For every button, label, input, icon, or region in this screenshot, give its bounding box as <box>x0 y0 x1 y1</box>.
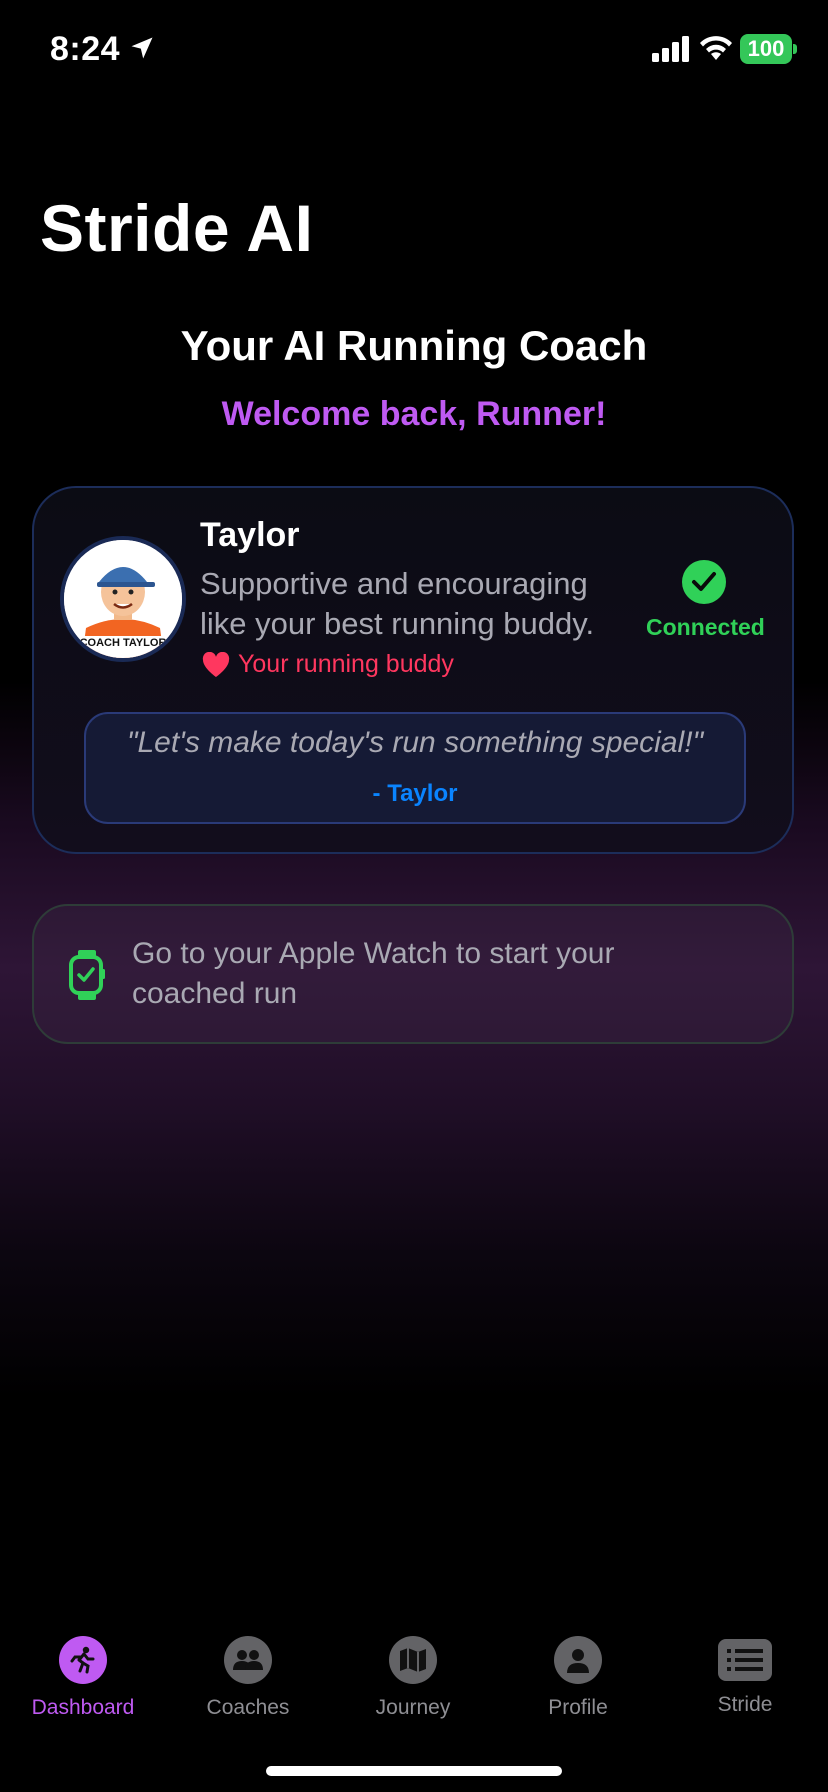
list-icon <box>718 1639 772 1681</box>
status-time: 8:24 <box>50 30 121 68</box>
tab-label: Coaches <box>206 1696 290 1719</box>
location-arrow-icon <box>131 37 153 59</box>
battery-nub <box>793 44 797 54</box>
tab-coaches[interactable]: Coaches <box>165 1636 331 1720</box>
coach-quote: "Let's make today's run something specia… <box>126 726 704 759</box>
coach-description: Supportive and encouraging like your bes… <box>200 566 595 641</box>
apple-watch-icon <box>69 950 105 1000</box>
checkmark-icon <box>682 560 726 604</box>
tab-label: Profile <box>548 1696 608 1719</box>
people-icon <box>224 1636 272 1684</box>
tab-dashboard[interactable]: Dashboard <box>0 1636 166 1720</box>
cellular-signal-icon <box>652 36 689 62</box>
svg-text:COACH TAYLOR: COACH TAYLOR <box>80 637 167 649</box>
tab-profile[interactable]: Profile <box>495 1636 661 1720</box>
map-icon <box>389 1636 437 1684</box>
home-indicator[interactable] <box>266 1766 562 1776</box>
coach-name: Taylor <box>200 516 300 554</box>
tab-label: Stride <box>717 1693 773 1716</box>
welcome-message: Welcome back, Runner! <box>221 395 607 433</box>
person-icon <box>554 1636 602 1684</box>
watch-prompt-text: Go to your Apple Watch to start your coa… <box>132 937 615 1010</box>
tab-journey[interactable]: Journey <box>330 1636 496 1720</box>
tab-label: Journey <box>375 1696 451 1719</box>
battery-indicator: 100 <box>740 34 792 64</box>
quote-author: - Taylor <box>372 780 458 807</box>
coach-avatar: COACH TAYLOR <box>60 536 186 662</box>
coach-illustration-icon: COACH TAYLOR <box>64 540 182 658</box>
heart-icon <box>202 652 230 677</box>
coach-tagline: Your running buddy <box>238 650 454 678</box>
connection-status: Connected <box>646 614 765 640</box>
runner-icon <box>59 1636 107 1684</box>
app-title: Stride AI <box>40 191 314 265</box>
page-subtitle: Your AI Running Coach <box>180 322 648 369</box>
wifi-icon <box>700 36 732 60</box>
tab-label: Dashboard <box>31 1696 135 1719</box>
tab-stride[interactable]: Stride <box>662 1636 828 1717</box>
